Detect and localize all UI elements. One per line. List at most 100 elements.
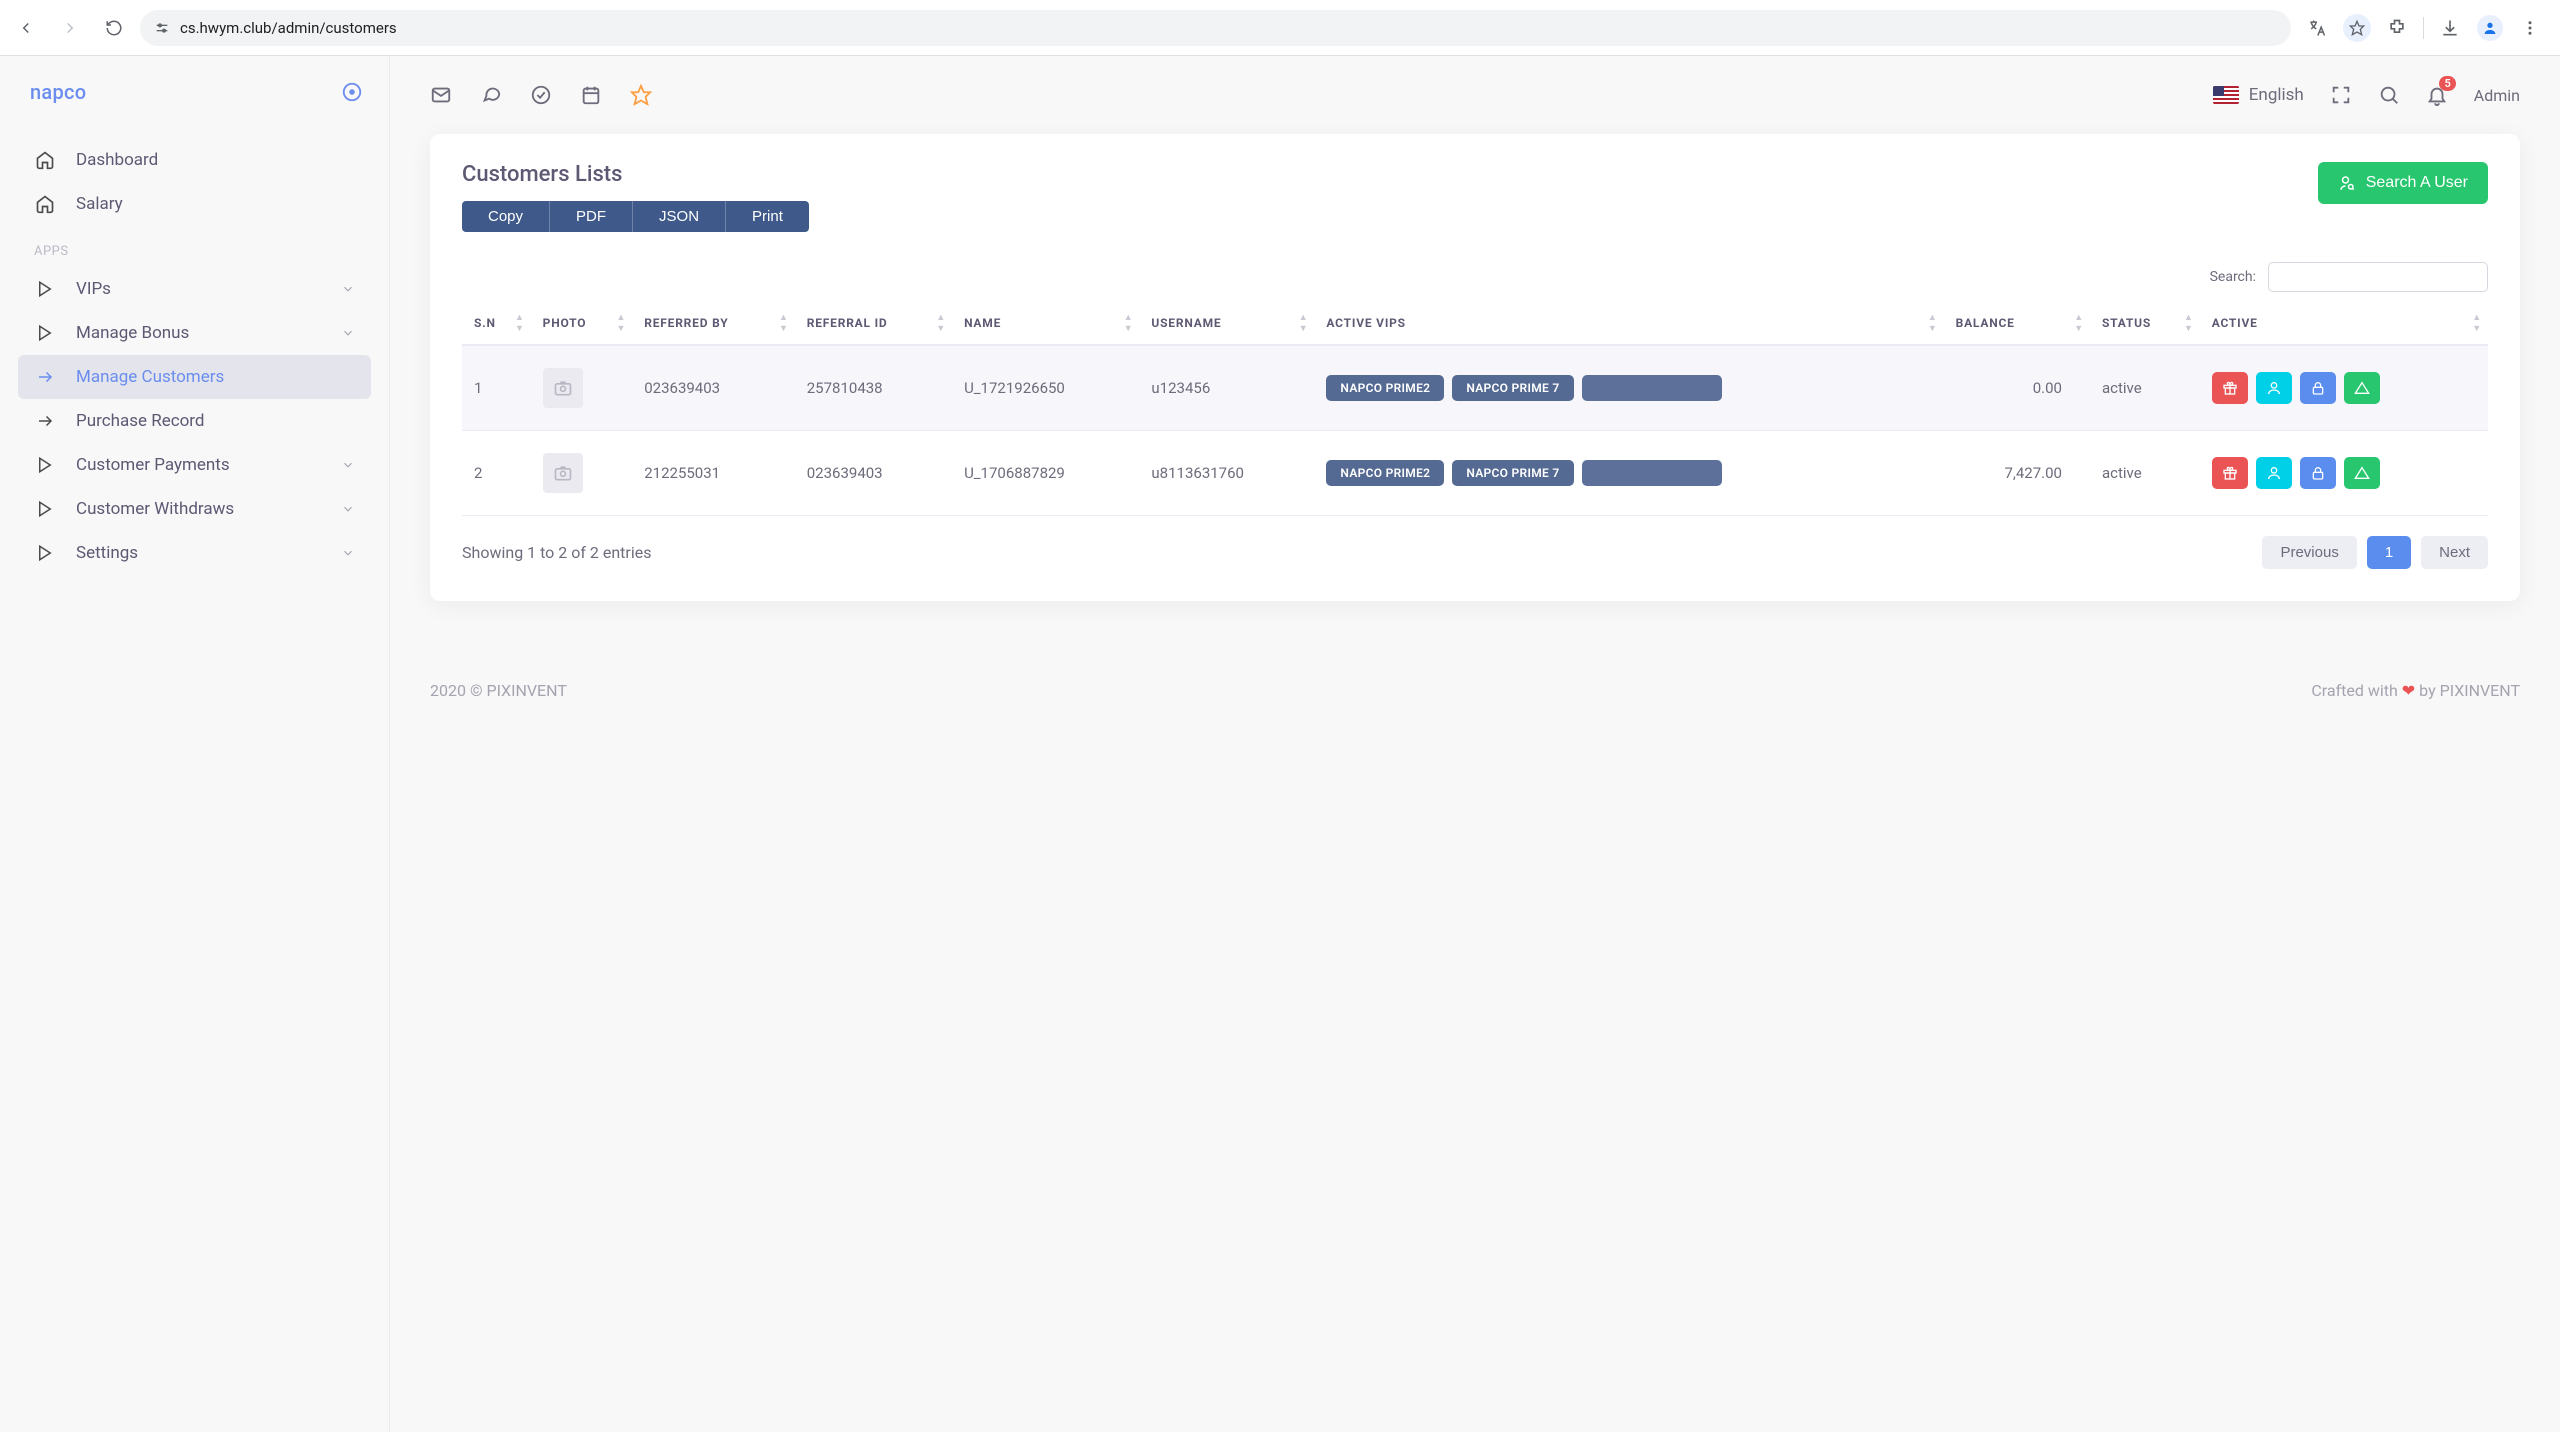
browser-back-button[interactable] bbox=[8, 10, 44, 46]
sidebar-item-label: Purchase Record bbox=[76, 411, 355, 431]
chat-icon[interactable] bbox=[480, 84, 502, 106]
export-pdf-button[interactable]: PDF bbox=[550, 201, 633, 232]
sidebar-item-dashboard[interactable]: Dashboard bbox=[18, 138, 371, 182]
play-icon bbox=[34, 324, 56, 342]
chevron-down-icon bbox=[341, 458, 355, 472]
action-gift-button[interactable] bbox=[2212, 372, 2248, 404]
site-settings-icon[interactable] bbox=[154, 20, 170, 36]
sort-icon: ▲▼ bbox=[2184, 312, 2194, 334]
export-json-button[interactable]: JSON bbox=[633, 201, 726, 232]
column-header[interactable]: ACTIVE VIPS▲▼ bbox=[1314, 302, 1943, 345]
table-search-input[interactable] bbox=[2268, 262, 2488, 292]
flag-us-icon bbox=[2213, 86, 2239, 104]
entries-info: Showing 1 to 2 of 2 entries bbox=[462, 543, 651, 562]
divider bbox=[2423, 17, 2424, 39]
sidebar-item-label: Manage Customers bbox=[76, 367, 355, 387]
pagination: Previous 1 Next bbox=[2262, 536, 2488, 569]
star-icon[interactable] bbox=[630, 84, 652, 106]
column-header[interactable]: PHOTO▲▼ bbox=[531, 302, 633, 345]
browser-reload-button[interactable] bbox=[96, 10, 132, 46]
action-user-button[interactable] bbox=[2256, 457, 2292, 489]
cell-referred-by: 023639403 bbox=[632, 345, 795, 431]
kebab-menu-icon[interactable] bbox=[2512, 10, 2548, 46]
sidebar-item-settings[interactable]: Settings bbox=[18, 531, 371, 575]
column-header[interactable]: REFERRED BY▲▼ bbox=[632, 302, 795, 345]
action-user-button[interactable] bbox=[2256, 372, 2292, 404]
search-icon[interactable] bbox=[2378, 84, 2400, 106]
action-alert-button[interactable] bbox=[2344, 372, 2380, 404]
footer-credit: Crafted with ❤ by PIXINVENT bbox=[2311, 681, 2520, 700]
sidebar-item-label: Customer Withdraws bbox=[76, 499, 321, 519]
page-next-button[interactable]: Next bbox=[2421, 536, 2488, 569]
notifications-button[interactable]: 5 bbox=[2426, 84, 2448, 106]
collapse-sidebar-icon[interactable] bbox=[341, 81, 363, 103]
vip-chip: NAPCO PRIME 7 bbox=[1452, 375, 1573, 401]
extensions-icon[interactable] bbox=[2379, 10, 2415, 46]
customers-table: S.N▲▼PHOTO▲▼REFERRED BY▲▼REFERRAL ID▲▼NA… bbox=[462, 302, 2488, 516]
cell-sn: 2 bbox=[462, 431, 531, 516]
sidebar-item-manage-bonus[interactable]: Manage Bonus bbox=[18, 311, 371, 355]
sidebar-item-customer-payments[interactable]: Customer Payments bbox=[18, 443, 371, 487]
table-row: 1 023639403 257810438 U_1721926650 u1234… bbox=[462, 345, 2488, 431]
sort-icon: ▲▼ bbox=[2074, 312, 2084, 334]
sidebar-item-label: Salary bbox=[76, 194, 355, 214]
fullscreen-icon[interactable] bbox=[2330, 84, 2352, 106]
photo-placeholder bbox=[543, 368, 583, 408]
language-label: English bbox=[2249, 85, 2304, 105]
export-print-button[interactable]: Print bbox=[726, 201, 809, 232]
column-header[interactable]: ACTIVE▲▼ bbox=[2200, 302, 2488, 345]
action-lock-button[interactable] bbox=[2300, 372, 2336, 404]
downloads-icon[interactable] bbox=[2432, 10, 2468, 46]
page-footer: 2020 © PIXINVENT Crafted with ❤ by PIXIN… bbox=[390, 641, 2560, 700]
page-prev-button[interactable]: Previous bbox=[2262, 536, 2356, 569]
cell-username: u8113631760 bbox=[1139, 431, 1314, 516]
action-alert-button[interactable] bbox=[2344, 457, 2380, 489]
vip-chip bbox=[1582, 375, 1722, 401]
sidebar-item-salary[interactable]: Salary bbox=[18, 182, 371, 226]
sidebar-item-label: Customer Payments bbox=[76, 455, 321, 475]
sidebar-item-vips[interactable]: VIPs bbox=[18, 267, 371, 311]
profile-button[interactable] bbox=[2472, 10, 2508, 46]
export-bar: Copy PDF JSON Print bbox=[462, 201, 809, 232]
brand[interactable]: napco bbox=[30, 80, 86, 104]
sort-icon: ▲▼ bbox=[617, 312, 627, 334]
vip-chip: NAPCO PRIME2 bbox=[1326, 460, 1444, 486]
language-switcher[interactable]: English bbox=[2213, 85, 2304, 105]
customers-card: Customers Lists Copy PDF JSON Print Sear… bbox=[430, 134, 2520, 601]
footer-copyright: 2020 © PIXINVENT bbox=[430, 681, 567, 700]
column-header[interactable]: BALANCE▲▼ bbox=[1944, 302, 2090, 345]
home-icon bbox=[34, 194, 56, 214]
chevron-down-icon bbox=[341, 326, 355, 340]
cell-referred-by: 212255031 bbox=[632, 431, 795, 516]
calendar-icon[interactable] bbox=[580, 84, 602, 106]
column-header[interactable]: STATUS▲▼ bbox=[2090, 302, 2200, 345]
check-circle-icon[interactable] bbox=[530, 84, 552, 106]
cell-name: U_1706887829 bbox=[952, 431, 1139, 516]
address-bar[interactable]: cs.hwym.club/admin/customers bbox=[140, 10, 2291, 46]
column-header[interactable]: USERNAME▲▼ bbox=[1139, 302, 1314, 345]
vip-chip: NAPCO PRIME 7 bbox=[1452, 460, 1573, 486]
sidebar-item-label: VIPs bbox=[76, 279, 321, 299]
translate-icon[interactable] bbox=[2299, 10, 2335, 46]
sidebar-item-customer-withdraws[interactable]: Customer Withdraws bbox=[18, 487, 371, 531]
browser-forward-button[interactable] bbox=[52, 10, 88, 46]
page-1-button[interactable]: 1 bbox=[2367, 536, 2411, 569]
photo-placeholder bbox=[543, 453, 583, 493]
action-lock-button[interactable] bbox=[2300, 457, 2336, 489]
cell-actions bbox=[2200, 431, 2488, 516]
mail-icon[interactable] bbox=[430, 84, 452, 106]
sidebar-item-manage-customers[interactable]: Manage Customers bbox=[18, 355, 371, 399]
column-header[interactable]: NAME▲▼ bbox=[952, 302, 1139, 345]
export-copy-button[interactable]: Copy bbox=[462, 201, 550, 232]
column-header[interactable]: S.N▲▼ bbox=[462, 302, 531, 345]
search-user-label: Search A User bbox=[2366, 174, 2468, 192]
search-user-button[interactable]: Search A User bbox=[2318, 162, 2488, 204]
sort-icon: ▲▼ bbox=[1928, 312, 1938, 334]
action-gift-button[interactable] bbox=[2212, 457, 2248, 489]
sidebar-item-purchase-record[interactable]: Purchase Record bbox=[18, 399, 371, 443]
arrow-right-icon bbox=[34, 368, 56, 386]
column-header[interactable]: REFERRAL ID▲▼ bbox=[795, 302, 952, 345]
bookmark-star-button[interactable] bbox=[2339, 10, 2375, 46]
cell-photo bbox=[531, 431, 633, 516]
user-name[interactable]: Admin bbox=[2474, 86, 2520, 105]
